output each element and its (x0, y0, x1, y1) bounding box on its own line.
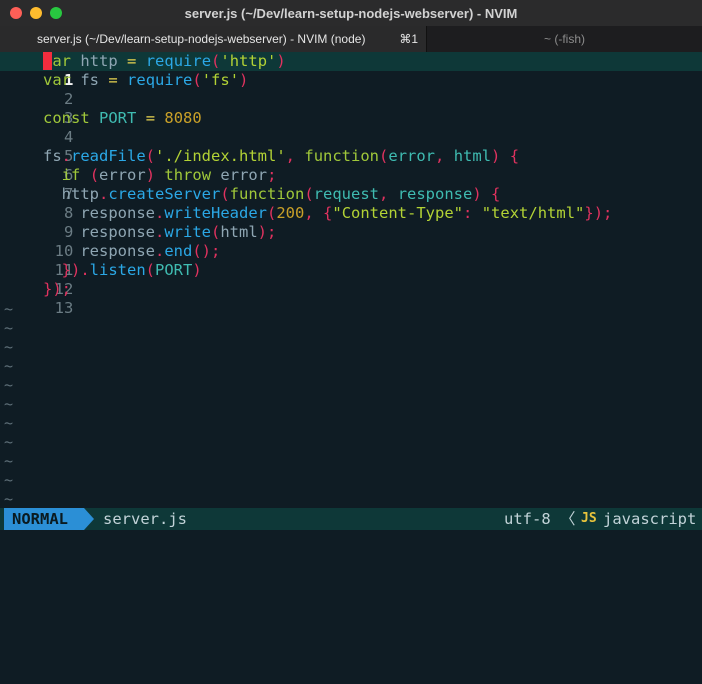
tab-label: ~ (-fish) (543, 32, 585, 46)
empty-line-marker: ~ (4, 490, 14, 508)
status-encoding: utf-8 (504, 510, 551, 528)
empty-line-marker: ~ (4, 433, 14, 451)
code-line[interactable]: 1 var http = require('http') (0, 52, 702, 89)
tab-label: server.js (~/Dev/learn-setup-nodejs-webs… (37, 32, 366, 46)
code-line[interactable]: 5 (0, 128, 702, 165)
tab-nvim[interactable]: server.js (~/Dev/learn-setup-nodejs-webs… (0, 26, 427, 52)
code-line[interactable]: 9 response.writeHeader(200, {"Content-Ty… (0, 204, 702, 241)
powerline-arrow-icon (84, 508, 94, 530)
tab-fish[interactable]: ~ (-fish) (427, 26, 702, 52)
code-line[interactable]: 3 (0, 90, 702, 127)
mode-indicator: NORMAL (4, 508, 84, 530)
empty-line-marker: ~ (4, 300, 14, 318)
window-controls (10, 7, 62, 19)
separator-chevron-icon: 〈 (560, 510, 576, 528)
empty-line-marker: ~ (4, 471, 14, 489)
editor-buffer[interactable]: 1 var http = require('http') 2 var fs = re… (0, 52, 702, 508)
code-line[interactable]: 11 response.end(); (0, 242, 702, 279)
window-title: server.js (~/Dev/learn-setup-nodejs-webs… (184, 5, 518, 21)
code-line[interactable]: 13}); (0, 280, 702, 317)
status-filetype: javascript (603, 510, 697, 528)
terminal-tab-bar: server.js (~/Dev/learn-setup-nodejs-webs… (0, 26, 702, 52)
close-window-button[interactable] (10, 7, 22, 19)
code-line[interactable]: 12 }).listen(PORT) (0, 261, 702, 298)
status-filename: server.js (103, 510, 187, 528)
empty-line-marker: ~ (4, 414, 14, 432)
tab-shortcut: ⌘1 (399, 32, 418, 46)
zoom-window-button[interactable] (50, 7, 62, 19)
text-cursor: v (43, 52, 53, 70)
empty-line-marker: ~ (4, 357, 14, 375)
code-line[interactable]: 4 const PORT = 8080 (0, 109, 702, 146)
status-line: NORMAL server.js utf-8 〈 JS javascript (0, 508, 702, 530)
code-line[interactable]: 2 var fs = require('fs') (0, 71, 702, 108)
window-titlebar: server.js (~/Dev/learn-setup-nodejs-webs… (0, 0, 702, 26)
code-line[interactable]: 10 response.write(html); (0, 223, 702, 260)
minimize-window-button[interactable] (30, 7, 42, 19)
javascript-icon: JS (581, 511, 597, 526)
empty-line-marker: ~ (4, 338, 14, 356)
code-line[interactable]: 8 http.createServer(function(request, re… (0, 185, 702, 222)
code-line[interactable]: 7 if (error) throw error; (0, 166, 702, 203)
empty-line-marker: ~ (4, 452, 14, 470)
empty-line-marker: ~ (4, 319, 14, 337)
empty-line-marker: ~ (4, 376, 14, 394)
line-number: 13 (54, 299, 74, 317)
empty-line-marker: ~ (4, 395, 14, 413)
code-line[interactable]: 6 fs.readFile('./index.html', function(er… (0, 147, 702, 184)
